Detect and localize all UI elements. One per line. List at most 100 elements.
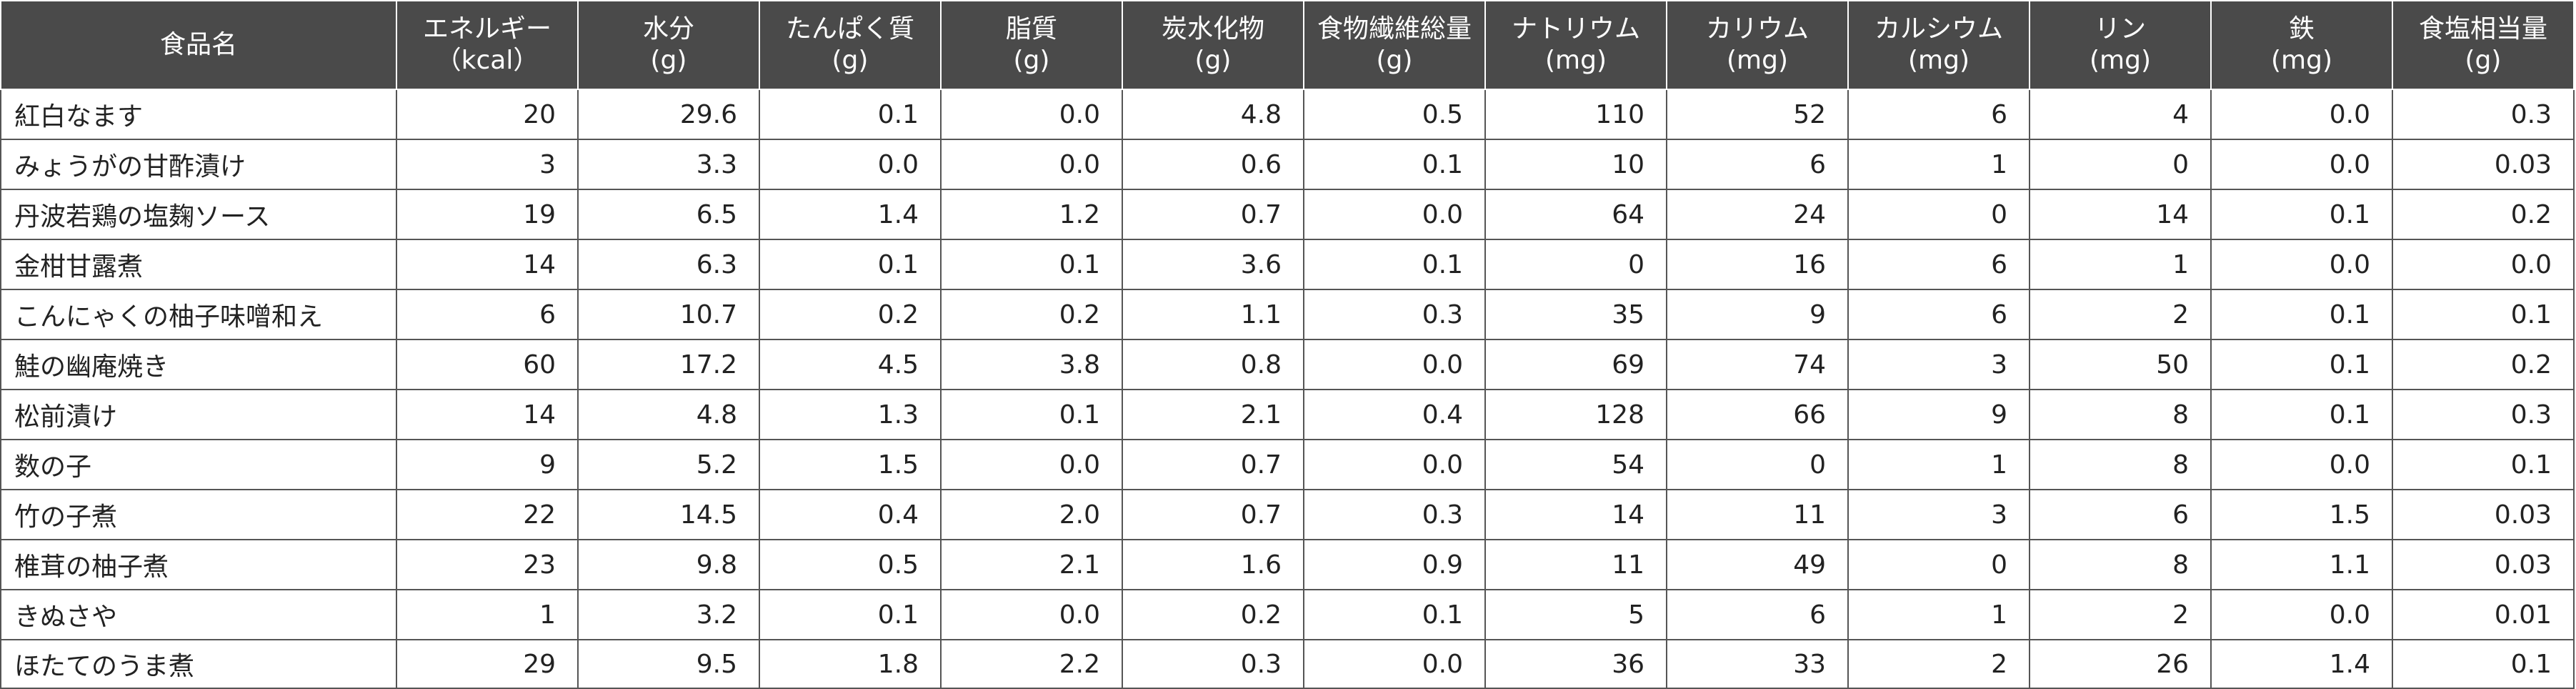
cell-fat: 2.0 xyxy=(940,489,1123,540)
header-energy: エネルギー （kcal） xyxy=(396,0,579,90)
cell-protein: 1.5 xyxy=(759,439,942,490)
cell-sodium: 36 xyxy=(1484,639,1667,689)
cell-food-name: 紅白なます xyxy=(0,89,397,140)
header-fat: 脂質 (g) xyxy=(940,0,1123,90)
cell-fat: 0.2 xyxy=(940,289,1123,340)
cell-dietary-fiber: 0.9 xyxy=(1303,539,1486,590)
cell-fat: 1.2 xyxy=(940,189,1123,240)
cell-potassium: 0 xyxy=(1666,439,1849,490)
cell-protein: 0.0 xyxy=(759,139,942,190)
cell-dietary-fiber: 0.4 xyxy=(1303,389,1486,440)
cell-water: 5.2 xyxy=(577,439,760,490)
cell-fat: 3.8 xyxy=(940,339,1123,390)
cell-calcium: 1 xyxy=(1847,139,2030,190)
cell-energy: 29 xyxy=(396,639,579,689)
table-row: 椎茸の柚子煮 23 9.8 0.5 2.1 1.6 0.9 11 49 0 8 1.1 0.03 xyxy=(0,539,2575,590)
cell-dietary-fiber: 0.0 xyxy=(1303,639,1486,689)
cell-sodium: 11 xyxy=(1484,539,1667,590)
cell-food-name: 鮭の幽庵焼き xyxy=(0,339,397,390)
header-unit: (mg) xyxy=(1726,46,1788,75)
cell-potassium: 9 xyxy=(1666,289,1849,340)
table-row: こんにゃくの柚子味噌和え 6 10.7 0.2 0.2 1.1 0.3 35 9 6 2 0.1 0.1 xyxy=(0,289,2575,340)
table-body: 紅白なます 20 29.6 0.1 0.0 4.8 0.5 110 52 6 4 0.0 0.3 みょうが… xyxy=(0,89,2575,689)
cell-energy: 6 xyxy=(396,289,579,340)
cell-water: 4.8 xyxy=(577,389,760,440)
cell-iron: 0.0 xyxy=(2210,239,2393,290)
cell-iron: 1.4 xyxy=(2210,639,2393,689)
cell-water: 29.6 xyxy=(577,89,760,140)
cell-fat: 2.2 xyxy=(940,639,1123,689)
cell-salt-equivalent: 0.2 xyxy=(2392,339,2575,390)
cell-iron: 0.1 xyxy=(2210,339,2393,390)
header-label: 食品名 xyxy=(159,30,237,59)
header-label: ナトリウム xyxy=(1511,14,1640,44)
cell-carbohydrate: 0.7 xyxy=(1122,189,1304,240)
cell-salt-equivalent: 0.2 xyxy=(2392,189,2575,240)
cell-food-name: きぬさや xyxy=(0,589,397,640)
cell-dietary-fiber: 0.3 xyxy=(1303,289,1486,340)
header-label: エネルギー xyxy=(422,14,551,44)
cell-phosphorus: 4 xyxy=(2029,89,2212,140)
cell-dietary-fiber: 0.1 xyxy=(1303,139,1486,190)
cell-protein: 0.5 xyxy=(759,539,942,590)
cell-iron: 0.1 xyxy=(2210,189,2393,240)
cell-phosphorus: 6 xyxy=(2029,489,2212,540)
header-unit: (g) xyxy=(1013,46,1050,75)
cell-potassium: 52 xyxy=(1666,89,1849,140)
cell-salt-equivalent: 0.1 xyxy=(2392,289,2575,340)
cell-food-name: 数の子 xyxy=(0,439,397,490)
cell-phosphorus: 8 xyxy=(2029,439,2212,490)
cell-calcium: 9 xyxy=(1847,389,2030,440)
header-unit: (g) xyxy=(650,46,687,75)
table-row: 金柑甘露煮 14 6.3 0.1 0.1 3.6 0.1 0 16 6 1 0.0 0.0 xyxy=(0,239,2575,290)
header-water: 水分 (g) xyxy=(577,0,760,90)
cell-carbohydrate: 4.8 xyxy=(1122,89,1304,140)
cell-carbohydrate: 0.6 xyxy=(1122,139,1304,190)
cell-iron: 0.0 xyxy=(2210,589,2393,640)
cell-sodium: 128 xyxy=(1484,389,1667,440)
cell-food-name: 椎茸の柚子煮 xyxy=(0,539,397,590)
cell-phosphorus: 26 xyxy=(2029,639,2212,689)
header-label: 食塩相当量 xyxy=(2418,14,2547,44)
cell-fat: 0.0 xyxy=(940,139,1123,190)
header-label: リン xyxy=(2094,14,2146,44)
cell-energy: 20 xyxy=(396,89,579,140)
header-iron: 鉄 (mg) xyxy=(2210,0,2393,90)
cell-water: 9.5 xyxy=(577,639,760,689)
cell-calcium: 6 xyxy=(1847,289,2030,340)
cell-carbohydrate: 2.1 xyxy=(1122,389,1304,440)
cell-calcium: 2 xyxy=(1847,639,2030,689)
cell-phosphorus: 8 xyxy=(2029,539,2212,590)
cell-protein: 0.1 xyxy=(759,89,942,140)
cell-calcium: 1 xyxy=(1847,439,2030,490)
cell-carbohydrate: 3.6 xyxy=(1122,239,1304,290)
header-unit: (g) xyxy=(1376,46,1413,75)
cell-food-name: みょうがの甘酢漬け xyxy=(0,139,397,190)
header-label: 脂質 xyxy=(1005,14,1057,44)
cell-water: 14.5 xyxy=(577,489,760,540)
cell-calcium: 6 xyxy=(1847,239,2030,290)
cell-carbohydrate: 0.2 xyxy=(1122,589,1304,640)
cell-protein: 4.5 xyxy=(759,339,942,390)
cell-potassium: 6 xyxy=(1666,589,1849,640)
header-potassium: カリウム (mg) xyxy=(1666,0,1849,90)
cell-dietary-fiber: 0.0 xyxy=(1303,339,1486,390)
cell-dietary-fiber: 0.3 xyxy=(1303,489,1486,540)
header-label: カルシウム xyxy=(1874,14,2003,44)
cell-energy: 19 xyxy=(396,189,579,240)
header-label: たんぱく質 xyxy=(785,14,914,44)
cell-water: 3.3 xyxy=(577,139,760,190)
cell-protein: 0.4 xyxy=(759,489,942,540)
cell-sodium: 64 xyxy=(1484,189,1667,240)
cell-energy: 22 xyxy=(396,489,579,540)
cell-carbohydrate: 0.8 xyxy=(1122,339,1304,390)
table-row: 鮭の幽庵焼き 60 17.2 4.5 3.8 0.8 0.0 69 74 3 50 0.1 0.2 xyxy=(0,339,2575,390)
cell-iron: 0.0 xyxy=(2210,139,2393,190)
cell-protein: 1.3 xyxy=(759,389,942,440)
header-unit: (g) xyxy=(832,46,869,75)
cell-water: 6.5 xyxy=(577,189,760,240)
cell-fat: 2.1 xyxy=(940,539,1123,590)
header-phosphorus: リン (mg) xyxy=(2029,0,2212,90)
header-carbohydrate: 炭水化物 (g) xyxy=(1122,0,1304,90)
cell-calcium: 0 xyxy=(1847,189,2030,240)
